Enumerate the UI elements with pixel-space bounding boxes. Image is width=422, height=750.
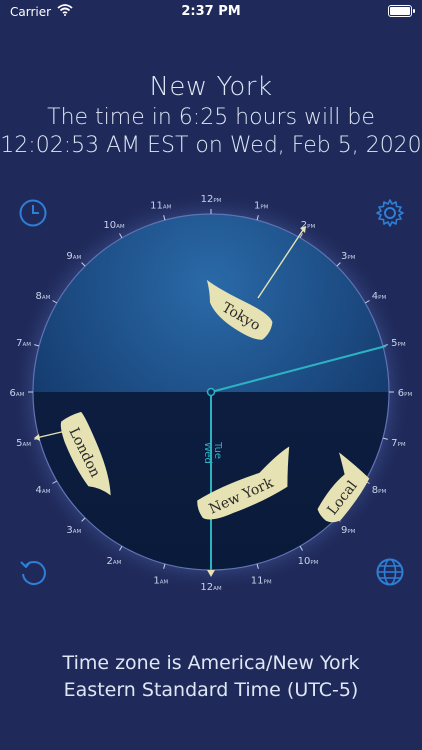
day-after-label: Tue <box>212 441 223 459</box>
battery-icon <box>388 5 415 17</box>
status-bar: Carrier 2:37 PM <box>0 0 422 24</box>
reset-icon[interactable] <box>18 557 48 587</box>
timezone-name: Time zone is America/New York <box>62 652 360 674</box>
dial-center <box>206 387 216 397</box>
globe-icon[interactable] <box>375 557 405 587</box>
world-clock-dial[interactable]: 12PM 1PM2PM3PM4PM5PM6PM7PM8PM9PM10PM11PM1… <box>0 180 422 600</box>
timezone-info: Time zone is America/New York Eastern St… <box>0 650 422 704</box>
future-time: 12:02:53 AM EST on Wed, Feb 5, 2020 <box>0 133 422 158</box>
header: New York The time in 6:25 hours will be … <box>0 72 422 158</box>
timezone-offset: Eastern Standard Time (UTC-5) <box>63 679 359 701</box>
status-time: 2:37 PM <box>181 4 241 19</box>
day-before-label: Wed <box>202 442 213 464</box>
time-description: The time in 6:25 hours will be <box>47 105 375 130</box>
city-title: New York <box>149 72 273 102</box>
